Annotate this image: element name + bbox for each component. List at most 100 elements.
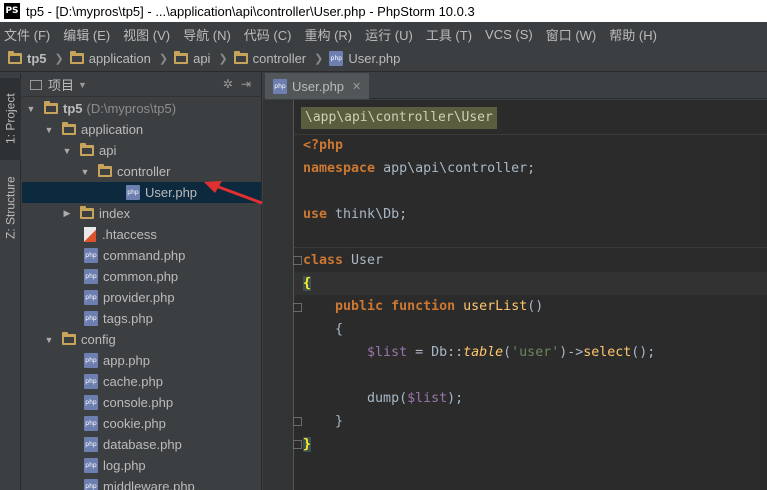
- tree-node-label: cookie.php: [103, 416, 166, 431]
- code-editor[interactable]: \app\api\controller\User <?php namespace…: [263, 100, 767, 490]
- breadcrumb-tp5[interactable]: tp5: [8, 51, 47, 66]
- tree-node-index[interactable]: ▶ index: [22, 203, 261, 224]
- fold-toggle-icon[interactable]: [293, 440, 302, 449]
- namespace-breadcrumb[interactable]: \app\api\controller\User: [301, 107, 497, 129]
- close-icon[interactable]: ✕: [352, 80, 361, 93]
- window-title-bar: PS tp5 - [D:\mypros\tp5] - ...\applicati…: [0, 0, 767, 22]
- tree-node-provider-php[interactable]: php provider.php: [22, 287, 261, 308]
- project-view-selector[interactable]: 项目: [48, 75, 74, 94]
- settings-gear-icon[interactable]: ✲: [223, 77, 233, 91]
- code-line-6: class User: [303, 249, 383, 272]
- menu-code[interactable]: 代码 (C): [244, 25, 292, 44]
- keyword-class: class: [303, 253, 344, 268]
- method-close-brace: }: [335, 414, 344, 429]
- menu-run[interactable]: 运行 (U): [365, 25, 413, 44]
- table-call: table: [463, 345, 504, 360]
- tree-node-config[interactable]: ▼ config: [22, 329, 261, 350]
- tree-node-cache-php[interactable]: php cache.php: [22, 371, 261, 392]
- use-value: think\Db;: [327, 207, 408, 222]
- line-separator: [294, 134, 767, 135]
- structure-tool-tab[interactable]: Z: Structure: [0, 168, 21, 248]
- tree-node-label: tags.php: [103, 311, 153, 326]
- menu-window[interactable]: 窗口 (W): [546, 25, 597, 44]
- breadcrumb-application[interactable]: application: [69, 51, 151, 66]
- tree-node-path: (D:\mypros\tp5): [86, 101, 177, 116]
- tree-node-label: cache.php: [103, 374, 163, 389]
- breadcrumb-label: tp5: [27, 51, 47, 66]
- editor-gutter[interactable]: [263, 100, 293, 490]
- chevron-down-icon[interactable]: ▼: [78, 80, 87, 90]
- tree-node-app-php[interactable]: php app.php: [22, 350, 261, 371]
- tree-node-common-php[interactable]: php common.php: [22, 266, 261, 287]
- tree-node-cookie-php[interactable]: php cookie.php: [22, 413, 261, 434]
- tree-node-console-php[interactable]: php console.php: [22, 392, 261, 413]
- php-file-icon: php: [84, 248, 98, 263]
- folder-icon: [174, 51, 189, 64]
- expand-arrow-icon[interactable]: ▼: [26, 104, 36, 114]
- menu-help[interactable]: 帮助 (H): [609, 25, 657, 44]
- navigation-bar: tp5 ❯ application ❯ api ❯ controller ❯ p…: [0, 46, 767, 72]
- tree-node-tp5[interactable]: ▼ tp5 (D:\mypros\tp5): [22, 98, 261, 119]
- class-name: User: [343, 253, 384, 268]
- annotation-arrow-icon: [204, 181, 263, 205]
- collapse-arrow-icon[interactable]: ▶: [62, 208, 72, 219]
- chevron-right-icon: ❯: [314, 53, 324, 65]
- dump-argument: $list: [407, 391, 448, 406]
- tree-node-database-php[interactable]: php database.php: [22, 434, 261, 455]
- php-file-icon: php: [84, 395, 98, 410]
- htaccess-file-icon: [84, 227, 96, 242]
- fold-toggle-icon[interactable]: [293, 303, 302, 312]
- chevron-right-icon: ❯: [218, 53, 228, 65]
- menu-file[interactable]: 文件 (F): [4, 25, 50, 44]
- breadcrumb-user-php[interactable]: php User.php: [329, 51, 400, 66]
- menu-vcs[interactable]: VCS (S): [485, 27, 533, 42]
- tree-node-label: database.php: [103, 437, 182, 452]
- dump-end: );: [447, 391, 464, 406]
- php-file-icon: php: [273, 78, 287, 94]
- expand-arrow-icon[interactable]: ▼: [44, 125, 54, 135]
- fold-toggle-icon[interactable]: [293, 256, 302, 265]
- tree-node-command-php[interactable]: php command.php: [22, 245, 261, 266]
- hide-panel-icon[interactable]: ⇥: [241, 77, 251, 91]
- tree-node-tags-php[interactable]: php tags.php: [22, 308, 261, 329]
- editor-tab-bar: php User.php ✕: [263, 73, 767, 99]
- breadcrumb-label: User.php: [348, 51, 401, 66]
- chevron-right-icon: ❯: [54, 53, 64, 65]
- tree-node-middleware-php[interactable]: php middleware.php: [22, 476, 261, 490]
- menu-refactor[interactable]: 重构 (R): [304, 25, 352, 44]
- menu-edit[interactable]: 编辑 (E): [63, 25, 110, 44]
- editor-tab-user-php[interactable]: php User.php ✕: [265, 73, 370, 99]
- php-file-icon: php: [329, 51, 344, 66]
- project-tool-tab[interactable]: 1: Project: [0, 78, 21, 160]
- menu-bar: 文件 (F) 编辑 (E) 视图 (V) 导航 (N) 代码 (C) 重构 (R…: [0, 22, 767, 46]
- fold-toggle-icon[interactable]: [293, 417, 302, 426]
- php-file-icon: php: [84, 416, 98, 431]
- folder-icon: [44, 101, 58, 114]
- assign-db: = Db::: [407, 345, 464, 360]
- folder-icon: [233, 51, 248, 64]
- breadcrumb-api[interactable]: api: [174, 51, 210, 66]
- breadcrumb-label: api: [193, 51, 211, 66]
- folder-icon: [62, 122, 76, 135]
- menu-view[interactable]: 视图 (V): [123, 25, 170, 44]
- expand-arrow-icon[interactable]: ▼: [80, 167, 90, 177]
- php-file-icon: php: [84, 353, 98, 368]
- tree-node-label: api: [99, 143, 117, 158]
- select-call: select: [583, 345, 632, 360]
- menu-tools[interactable]: 工具 (T): [426, 25, 472, 44]
- tree-node-controller[interactable]: ▼ controller: [22, 161, 261, 182]
- breadcrumb-controller[interactable]: controller: [233, 51, 307, 66]
- keyword-function: function: [391, 299, 456, 314]
- tree-node-log-php[interactable]: php log.php: [22, 455, 261, 476]
- expand-arrow-icon[interactable]: ▼: [62, 146, 72, 156]
- tree-node-htaccess[interactable]: .htaccess: [22, 224, 261, 245]
- breadcrumb-label: controller: [252, 51, 307, 66]
- tree-node-application[interactable]: ▼ application: [22, 119, 261, 140]
- code-line-2: namespace app\api\controller;: [303, 157, 535, 180]
- method-chain: )->: [559, 345, 584, 360]
- chevron-right-icon: ❯: [158, 53, 169, 65]
- menu-navigate[interactable]: 导航 (N): [183, 25, 231, 44]
- expand-arrow-icon[interactable]: ▼: [44, 335, 54, 345]
- tree-node-api[interactable]: ▼ api: [22, 140, 261, 161]
- tree-node-label: User.php: [145, 185, 198, 200]
